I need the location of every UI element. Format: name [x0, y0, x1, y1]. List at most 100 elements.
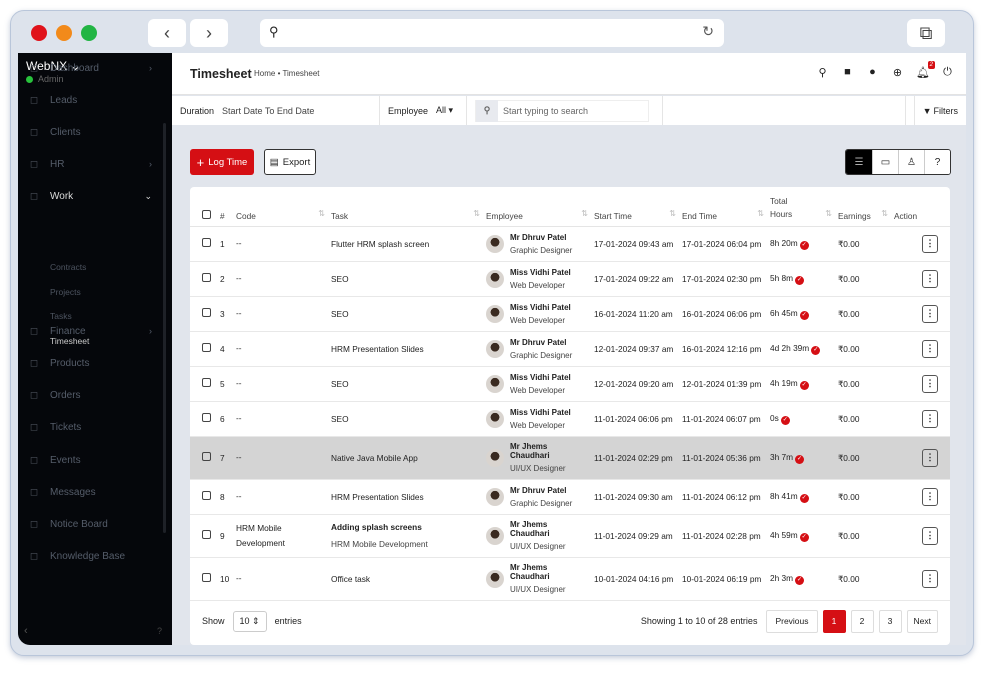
task-name[interactable]: Office task: [331, 574, 370, 584]
employee-cell[interactable]: Mr Jhems Chaudhari UI/UX Designer: [486, 563, 594, 594]
row-actions-button[interactable]: ⋮: [922, 526, 938, 545]
row-checkbox[interactable]: [202, 491, 211, 500]
next-page-button[interactable]: Next: [906, 609, 938, 633]
tabs-button[interactable]: ⧉: [907, 19, 945, 47]
sidebar-item-orders[interactable]: ◻ Orders: [18, 385, 164, 405]
address-bar[interactable]: ⚲ ↻: [260, 19, 724, 47]
log-time-button[interactable]: + Log Time: [190, 149, 254, 175]
employee-view-button[interactable]: ♙: [898, 150, 924, 174]
sticky-note-icon[interactable]: ■: [841, 66, 854, 79]
sidebar-item-dashboard[interactable]: ◻ Dashboard ›: [18, 58, 164, 78]
sidebar-item-knowledge-base[interactable]: ◻ Knowledge Base: [18, 546, 164, 566]
filters-button[interactable]: ▼ Filters: [913, 96, 966, 125]
employee-cell[interactable]: Miss Vidhi Patel Web Developer: [486, 373, 594, 395]
sidebar-item-tickets[interactable]: ◻ Tickets: [18, 417, 164, 437]
row-checkbox[interactable]: [202, 343, 211, 352]
sidebar-item-notice-board[interactable]: ◻ Notice Board: [18, 514, 164, 534]
collapse-sidebar-button[interactable]: ‹: [24, 625, 28, 637]
table-row[interactable]: 4 -- HRM Presentation Slides Mr Dhruv Pa…: [190, 331, 950, 367]
reload-icon[interactable]: ↻: [702, 23, 714, 40]
sidebar-item-events[interactable]: ◻ Events: [18, 450, 164, 470]
previous-page-button[interactable]: Previous: [766, 609, 818, 633]
sidebar-subitem-projects[interactable]: Projects: [50, 287, 81, 297]
list-view-button[interactable]: ☰: [846, 150, 872, 174]
table-row[interactable]: 3 -- SEO Miss Vidhi Patel Web Developer 1…: [190, 296, 950, 332]
row-checkbox[interactable]: [202, 308, 211, 317]
column-header-code[interactable]: Code ⇅: [236, 187, 331, 227]
clock-icon[interactable]: ●: [866, 66, 879, 79]
row-actions-button[interactable]: ⋮: [922, 234, 938, 253]
row-actions-button[interactable]: ⋮: [922, 269, 938, 288]
row-actions-button[interactable]: ⋮: [922, 374, 938, 393]
row-actions-button[interactable]: ⋮: [922, 339, 938, 358]
table-row[interactable]: 10 -- Office task Mr Jhems Chaudhari UI/U…: [190, 557, 950, 601]
row-actions-button[interactable]: ⋮: [922, 304, 938, 323]
page-3-button[interactable]: 3: [878, 609, 902, 633]
employee-cell[interactable]: Mr Dhruv Patel Graphic Designer: [486, 486, 594, 508]
column-header-employee[interactable]: Employee ⇅: [486, 187, 594, 227]
employee-cell[interactable]: Miss Vidhi Patel Web Developer: [486, 303, 594, 325]
table-row[interactable]: 1 -- Flutter HRM splash screen Mr Dhruv …: [190, 226, 950, 262]
task-name[interactable]: SEO: [331, 414, 349, 424]
power-icon[interactable]: ⏻: [941, 66, 954, 79]
task-name[interactable]: SEO: [331, 274, 349, 284]
export-button[interactable]: ▤ Export: [264, 149, 316, 175]
employee-cell[interactable]: Mr Dhruv Patel Graphic Designer: [486, 233, 594, 255]
row-checkbox[interactable]: [202, 530, 211, 539]
calendar-view-button[interactable]: ▭: [872, 150, 898, 174]
maximize-window-button[interactable]: [81, 25, 97, 41]
column-header-task[interactable]: Task ⇅: [331, 187, 486, 227]
help-icon[interactable]: ?: [157, 626, 162, 636]
column-header-total-hours[interactable]: Total Hours ⇅: [770, 187, 838, 227]
employee-cell[interactable]: Miss Vidhi Patel Web Developer: [486, 408, 594, 430]
back-button[interactable]: ‹: [148, 19, 186, 47]
column-header-end-time[interactable]: End Time ⇅: [682, 187, 770, 227]
entries-select[interactable]: 10 ⇕: [232, 610, 267, 632]
employee-select[interactable]: All ▾: [436, 105, 453, 116]
task-name[interactable]: SEO: [331, 309, 349, 319]
sidebar-subitem-tasks[interactable]: Tasks: [50, 311, 72, 321]
column-header-start-time[interactable]: Start Time ⇅: [594, 187, 682, 227]
sidebar-item-products[interactable]: ◻ Products: [18, 353, 164, 373]
task-name[interactable]: SEO: [331, 379, 349, 389]
table-row[interactable]: 8 -- HRM Presentation Slides Mr Dhruv Pa…: [190, 479, 950, 515]
select-all-checkbox[interactable]: [190, 187, 220, 227]
task-name[interactable]: HRM Presentation Slides: [331, 492, 424, 502]
row-checkbox[interactable]: [202, 413, 211, 422]
minimize-window-button[interactable]: [56, 25, 72, 41]
bell-icon[interactable]: 🔔︎ 2: [916, 61, 935, 79]
column-header-earnings[interactable]: Earnings ⇅: [838, 187, 894, 227]
employee-cell[interactable]: Mr Jhems Chaudhari UI/UX Designer: [486, 442, 594, 473]
sidebar-item-messages[interactable]: ◻ Messages: [18, 482, 164, 502]
row-actions-button[interactable]: ⋮: [922, 487, 938, 506]
sidebar-subitem-contracts[interactable]: Contracts: [50, 262, 86, 272]
search-input[interactable]: ⚲ Start typing to search: [475, 99, 649, 122]
table-row[interactable]: 5 -- SEO Miss Vidhi Patel Web Developer 1…: [190, 366, 950, 402]
page-2-button[interactable]: 2: [850, 609, 874, 633]
sidebar-item-clients[interactable]: ◻ Clients: [18, 122, 164, 142]
row-actions-button[interactable]: ⋮: [922, 569, 938, 588]
search-icon[interactable]: ⚲: [816, 66, 829, 79]
page-1-button[interactable]: 1: [822, 609, 846, 633]
row-actions-button[interactable]: ⋮: [922, 448, 938, 467]
row-checkbox[interactable]: [202, 573, 211, 582]
task-name[interactable]: HRM Presentation Slides: [331, 344, 424, 354]
table-row[interactable]: 2 -- SEO Miss Vidhi Patel Web Developer 1…: [190, 261, 950, 297]
help-button[interactable]: ?: [924, 150, 950, 174]
row-checkbox[interactable]: [202, 452, 211, 461]
task-name[interactable]: Adding splash screens: [331, 522, 486, 532]
close-window-button[interactable]: [31, 25, 47, 41]
task-name[interactable]: Native Java Mobile App: [331, 453, 418, 463]
row-checkbox[interactable]: [202, 238, 211, 247]
employee-cell[interactable]: Mr Jhems Chaudhari UI/UX Designer: [486, 520, 594, 551]
table-row[interactable]: 7 -- Native Java Mobile App Mr Jhems Cha…: [190, 436, 950, 480]
forward-button[interactable]: ›: [190, 19, 228, 47]
table-row[interactable]: 6 -- SEO Miss Vidhi Patel Web Developer 1…: [190, 401, 950, 437]
add-icon[interactable]: ⊕: [891, 66, 904, 79]
sidebar-item-finance[interactable]: ◻ Finance ›: [18, 321, 164, 341]
row-actions-button[interactable]: ⋮: [922, 409, 938, 428]
sidebar-item-leads[interactable]: ◻ Leads: [18, 90, 164, 110]
employee-cell[interactable]: Mr Dhruv Patel Graphic Designer: [486, 338, 594, 360]
duration-picker[interactable]: Start Date To End Date: [222, 106, 314, 116]
sidebar-subitem-timesheet[interactable]: Timesheet: [50, 336, 89, 346]
